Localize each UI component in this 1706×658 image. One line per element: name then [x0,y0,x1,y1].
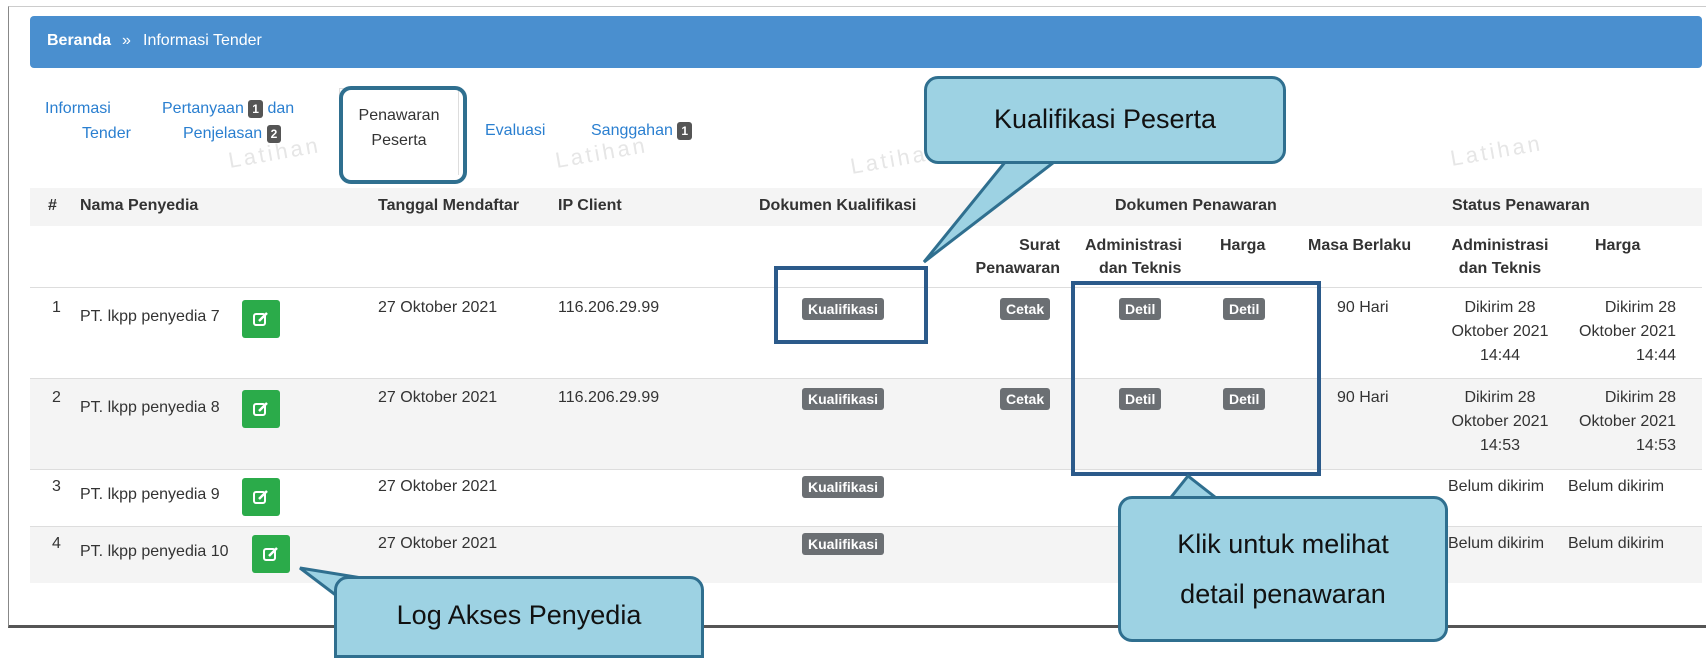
callout-kualifikasi-peserta: Kualifikasi Peserta [924,76,1286,164]
callout-log-akses: Log Akses Penyedia [334,576,704,658]
callout-pointer-kualifikasi [922,154,1067,264]
callout-line: Klik untuk melihat [1177,529,1389,559]
callout-line: detail penawaran [1180,579,1386,609]
callout-pointers [299,154,1225,619]
callout-detail-penawaran: Klik untuk melihat detail penawaran [1118,496,1448,642]
